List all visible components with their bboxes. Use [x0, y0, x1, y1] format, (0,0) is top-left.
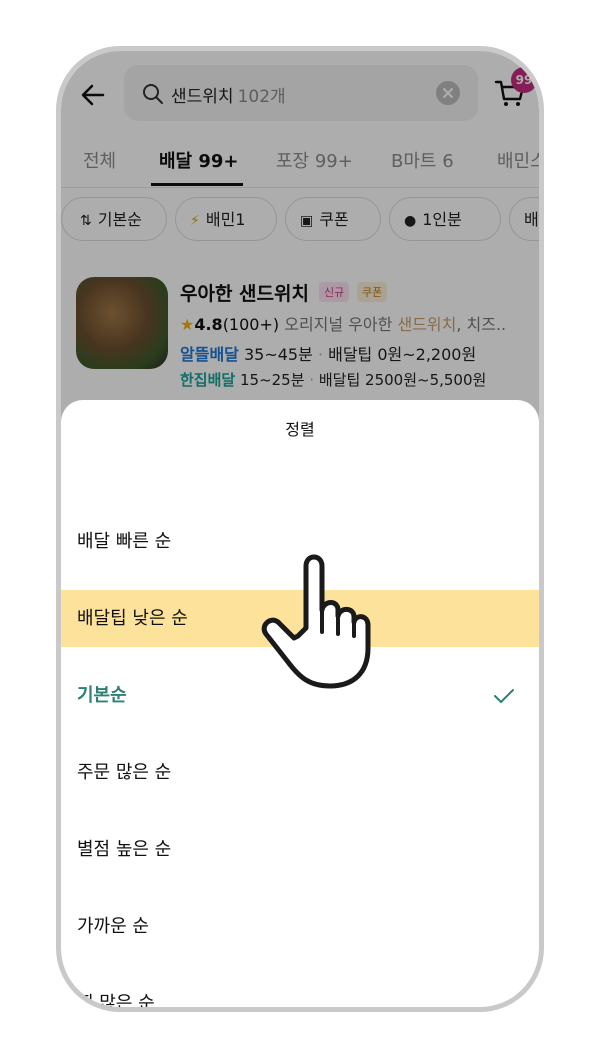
sheet-title: 정렬 — [285, 420, 315, 439]
sort-bottom-sheet: 정렬 배달 빠른 순 배달팁 낮은 순 기본순 주문 많은 순 별점 높은 순 … — [61, 400, 539, 1007]
screen: 샌드위치 102개 99 전체 배달 99+ 포장 99+ B마트 6 배민스 ⇅… — [61, 51, 539, 1007]
check-icon — [494, 689, 514, 703]
pointing-hand-icon — [261, 554, 371, 689]
phone-frame: 샌드위치 102개 99 전체 배달 99+ 포장 99+ B마트 6 배민스 ⇅… — [56, 46, 544, 1012]
sort-option-most-orders[interactable]: 주문 많은 순 — [61, 744, 539, 801]
sort-option-most-favorites[interactable]: 찜 많은 순 — [61, 975, 539, 1007]
sort-option-highest-rating[interactable]: 별점 높은 순 — [61, 821, 539, 878]
sort-option-nearest[interactable]: 가까운 순 — [61, 898, 539, 955]
option-label: 기본순 — [77, 685, 127, 706]
